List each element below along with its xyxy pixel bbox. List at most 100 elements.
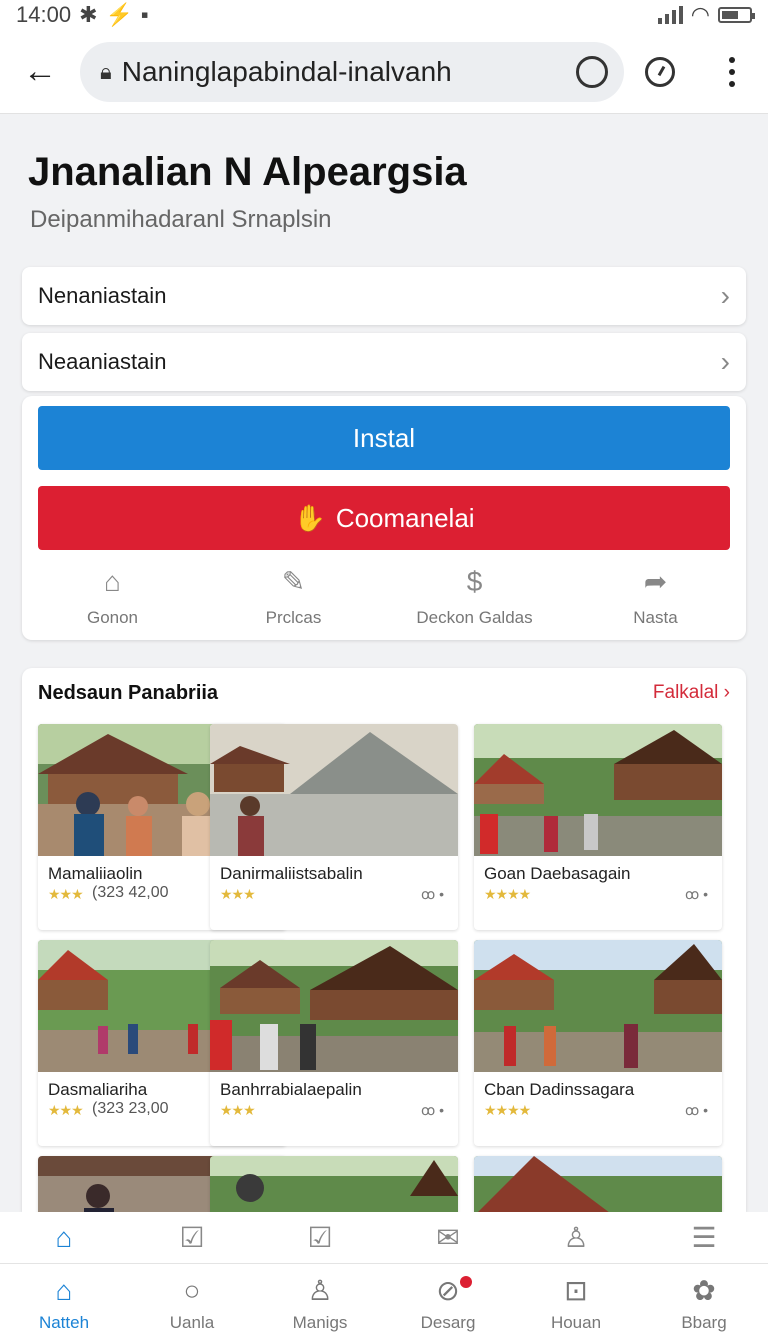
quick-action-deckon[interactable]: $ Deckon Galdas (384, 566, 565, 628)
hand-icon: ✋ (293, 502, 326, 533)
nav-tab-label: Bbarg (681, 1313, 727, 1332)
compass-icon: ⊘ (436, 1275, 460, 1306)
nav-row-label: Neaaniastain (38, 349, 167, 374)
place-card[interactable] (474, 1156, 722, 1212)
place-meta: (323 42,00 (92, 884, 169, 901)
chevron-right-icon: › (720, 280, 730, 311)
place-photo (210, 940, 458, 1072)
nav-tab-uanla[interactable]: ○ Uanla (128, 1264, 256, 1344)
place-name: Cban Dadinssagara (484, 1080, 635, 1099)
quick-action-label: Prclcas (265, 608, 322, 627)
secondary-tab-bar: ⌂ ☑ ☑ ✉ ♙ ☰ (0, 1212, 768, 1264)
quick-action-label: Gonon (86, 608, 139, 627)
chat-icon[interactable]: ☑ (128, 1212, 256, 1263)
url-text: Naninglapabindal-inalvanh (121, 55, 452, 87)
page-subtitle: Deipanmihadaranl Srnaplsin (30, 206, 332, 233)
more-dot-icon[interactable]: ꝏ • (421, 1102, 444, 1119)
address-bar[interactable]: 🔒︎ Naninglapabindal-inalvanh (80, 41, 624, 102)
nav-tab-houan[interactable]: ⊡ Houan (512, 1264, 640, 1344)
rating-stars: ★★★★ (484, 886, 531, 902)
nav-tab-label: Houan (550, 1313, 602, 1332)
mail-icon[interactable]: ✉ (384, 1212, 512, 1263)
clock-icon (645, 56, 675, 87)
quick-action-label: Nasta (633, 608, 678, 627)
place-photo (210, 1156, 458, 1212)
quick-action-label: Deckon Galdas (416, 608, 533, 627)
search-icon: ○ (183, 1275, 201, 1306)
user-icon[interactable]: ♙ (512, 1212, 640, 1263)
more-dot-icon[interactable]: ꝏ • (685, 886, 708, 903)
nav-tab-label: Uanla (169, 1313, 215, 1332)
home-icon: ⌂ (55, 1275, 73, 1306)
home-icon[interactable]: ⌂ (0, 1212, 128, 1263)
place-card[interactable]: Danirmaliistsabalin ★★★ ꝏ • (210, 724, 458, 930)
bottom-nav: ⌂ Natteh ○ Uanla ♙ Manigs ⊘ Desarg ⊡ Hou… (0, 1264, 768, 1344)
rating-stars: ★★★★ (484, 1102, 531, 1118)
install-button[interactable]: Instal (38, 406, 730, 470)
clock-button[interactable] (624, 30, 696, 114)
nav-row-label: Nenaniastain (38, 283, 167, 308)
section-title: Nedsaun Panabriia (38, 682, 219, 704)
sync-icon: ⚡ (105, 2, 133, 27)
place-name: Dasmaliariha (48, 1080, 148, 1099)
back-arrow-icon[interactable]: ← (0, 30, 80, 114)
place-card[interactable] (210, 1156, 458, 1212)
place-card[interactable]: Banhrrabialaepalin ★★★ ꝏ • (210, 940, 458, 1146)
rating-stars: ★★★ (48, 886, 84, 902)
place-name: Danirmaliistsabalin (220, 864, 363, 883)
nav-tab-bbarg[interactable]: ✿ Bbarg (640, 1264, 768, 1344)
place-photo (210, 724, 458, 856)
currency-icon: $ (466, 566, 483, 597)
nav-tab-natteh[interactable]: ⌂ Natteh (0, 1264, 128, 1344)
briefcase-icon: ⊡ (564, 1275, 588, 1306)
see-all-link[interactable]: Falkalal › (653, 682, 730, 704)
rating-stars: ★★★ (220, 886, 256, 902)
settings-icon: ✿ (692, 1275, 716, 1306)
more-options-button[interactable] (696, 30, 768, 114)
lock-icon: 🔒︎ (100, 58, 112, 84)
chat-bubble-icon[interactable] (576, 55, 608, 88)
check-icon[interactable]: ☑ (256, 1212, 384, 1263)
place-card[interactable]: Goan Daebasagain ★★★★ ꝏ • (474, 724, 722, 930)
place-photo (474, 940, 722, 1072)
notification-badge (460, 1276, 472, 1288)
browser-toolbar: ← 🔒︎ Naninglapabindal-inalvanh (0, 30, 768, 114)
place-card[interactable]: Cban Dadinssagara ★★★★ ꝏ • (474, 940, 722, 1146)
more-vert-icon (729, 56, 735, 87)
rating-stars: ★★★ (48, 1102, 84, 1118)
quick-action-gonon[interactable]: ⌂ Gonon (22, 566, 203, 628)
profile-icon: ♙ (307, 1275, 333, 1306)
wifi-icon: ◠ (690, 2, 710, 27)
nav-tab-label: Manigs (292, 1313, 348, 1332)
rating-stars: ★★★ (220, 1102, 256, 1118)
place-name: Banhrrabialaepalin (220, 1080, 362, 1099)
action-card: Instal ✋ Coomanelai ⌂ Gonon ✎ Prclcas $ … (22, 396, 746, 640)
nav-row-1[interactable]: Nenaniastain › (22, 267, 746, 325)
place-name: Goan Daebasagain (484, 864, 631, 883)
quick-actions: ⌂ Gonon ✎ Prclcas $ Deckon Galdas ➦ Nast… (22, 566, 746, 628)
edit-star-icon: ✎ (281, 566, 306, 597)
nav-tab-label: Natteh (38, 1313, 90, 1332)
sim-icon: ▪ (140, 2, 149, 27)
menu-icon[interactable]: ☰ (640, 1212, 768, 1263)
status-time: 14:00 (16, 2, 72, 27)
primary-red-button[interactable]: ✋ Coomanelai (38, 486, 730, 550)
page-title: Jnanalian N Alpeargsia (28, 150, 467, 194)
install-label: Instal (352, 422, 416, 453)
place-meta: (323 23,00 (92, 1100, 169, 1117)
place-name: Mamaliiaolin (48, 864, 143, 883)
battery-icon (718, 7, 755, 23)
nav-tab-manigs[interactable]: ♙ Manigs (256, 1264, 384, 1344)
nav-row-2[interactable]: Neaaniastain › (22, 333, 746, 391)
nav-tab-label: Desarg (420, 1313, 476, 1332)
quick-action-nasta[interactable]: ➦ Nasta (565, 566, 746, 628)
more-dot-icon[interactable]: ꝏ • (685, 1102, 708, 1119)
place-photo (474, 1156, 722, 1212)
quick-action-prclcas[interactable]: ✎ Prclcas (203, 566, 384, 628)
red-button-label: Coomanelai (335, 502, 475, 533)
recommendations-section: Nedsaun Panabriia Falkalal › Mamaliiaoli… (22, 668, 746, 1212)
more-dot-icon[interactable]: ꝏ • (421, 886, 444, 903)
building-icon: ⌂ (104, 566, 121, 597)
nav-tab-desarg[interactable]: ⊘ Desarg (384, 1264, 512, 1344)
status-bar: 14:00 ✱ ⚡ ▪ ◠ (0, 0, 768, 30)
